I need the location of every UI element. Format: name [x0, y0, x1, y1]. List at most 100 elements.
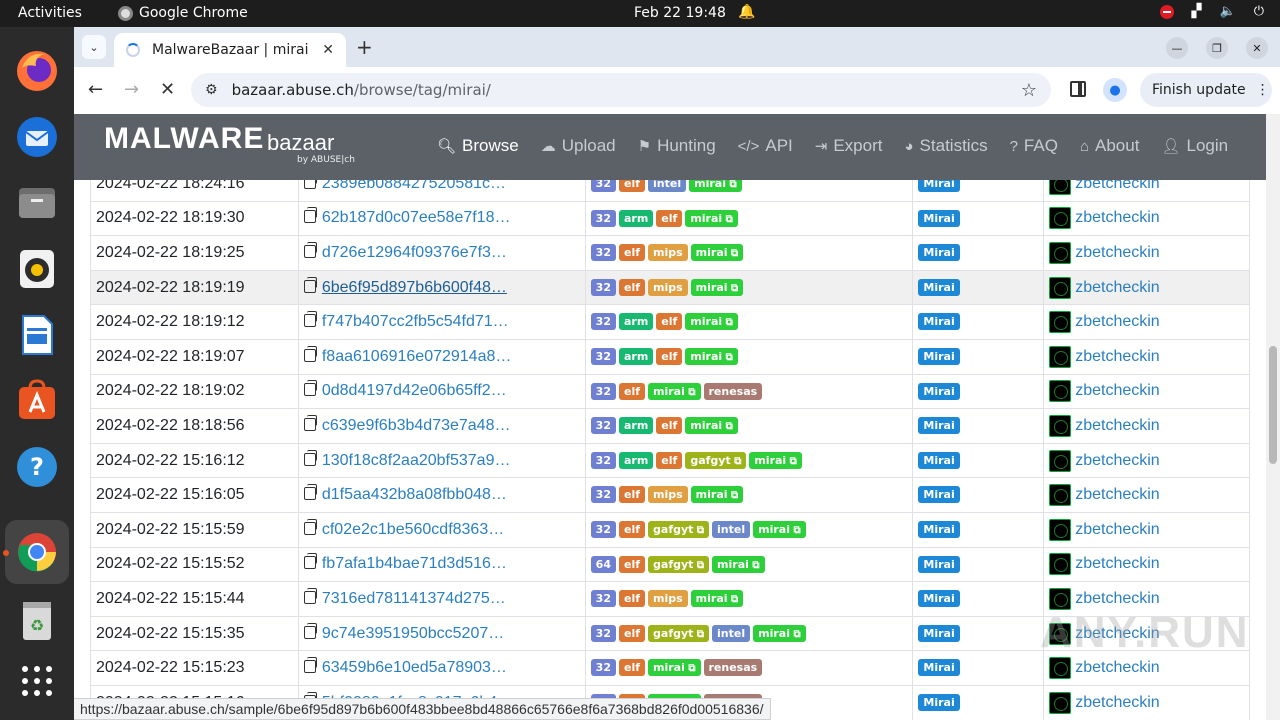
- tag-badge[interactable]: gafgyt ⧉: [648, 624, 710, 642]
- tag-badge[interactable]: elf: [618, 521, 646, 538]
- side-panel-icon[interactable]: [1070, 81, 1086, 97]
- tag-badge[interactable]: elf: [618, 486, 646, 504]
- app-menu[interactable]: Google Chrome: [118, 5, 248, 21]
- firefox-icon[interactable]: [13, 47, 61, 95]
- tag-badge[interactable]: gafgyt ⧉: [648, 555, 710, 573]
- signature-badge[interactable]: Mirai: [918, 451, 960, 469]
- tag-badge[interactable]: 64: [590, 555, 616, 573]
- logo-sub[interactable]: bazaar: [267, 130, 334, 156]
- copy-icon[interactable]: [303, 657, 317, 674]
- logo-main[interactable]: MALWARE: [104, 122, 264, 156]
- tag-badge[interactable]: mirai ⧉: [690, 486, 744, 504]
- signature-badge[interactable]: Mirai: [918, 382, 960, 400]
- tag-badge[interactable]: 32: [590, 624, 616, 642]
- bookmark-star-icon[interactable]: ☆: [1021, 80, 1037, 101]
- nav-export[interactable]: ⇥ Export: [815, 136, 883, 156]
- reporter-link[interactable]: zbetcheckin: [1075, 210, 1160, 227]
- tag-badge[interactable]: mips: [648, 244, 688, 262]
- reporter-link[interactable]: zbetcheckin: [1075, 383, 1160, 400]
- tag-badge[interactable]: mirai ⧉: [685, 417, 738, 435]
- tag-badge[interactable]: mirai ⧉: [712, 555, 765, 573]
- nav-hunting[interactable]: ⚑ Hunting: [638, 136, 716, 156]
- close-tab-icon[interactable]: ✕: [322, 42, 334, 58]
- reporter-link[interactable]: zbetcheckin: [1075, 556, 1160, 573]
- tag-badge[interactable]: 32: [590, 180, 616, 193]
- sha256-link[interactable]: d726e12964f09376e7f3…: [322, 244, 507, 261]
- tag-badge[interactable]: intel: [712, 521, 751, 538]
- tag-badge[interactable]: elf: [618, 590, 646, 608]
- signature-badge[interactable]: Mirai: [918, 659, 960, 677]
- reporter-link[interactable]: zbetcheckin: [1075, 313, 1160, 330]
- tag-badge[interactable]: mirai ⧉: [749, 451, 802, 469]
- copy-icon[interactable]: [303, 518, 317, 535]
- tag-badge[interactable]: elf: [618, 555, 646, 573]
- signature-badge[interactable]: Mirai: [918, 521, 960, 538]
- tag-badge[interactable]: renesas: [703, 659, 763, 677]
- tag-badge[interactable]: elf: [618, 659, 646, 677]
- maximize-button[interactable]: ❐: [1206, 37, 1228, 59]
- tag-badge[interactable]: elf: [656, 417, 683, 435]
- signature-badge[interactable]: Mirai: [918, 244, 960, 262]
- tag-badge[interactable]: 32: [590, 244, 616, 262]
- thunderbird-icon[interactable]: [13, 113, 61, 161]
- show-apps-icon[interactable]: [13, 657, 61, 705]
- tag-badge[interactable]: mirai ⧉: [685, 348, 738, 366]
- sha256-link[interactable]: 9c74e3951950bcc5207…: [322, 625, 504, 642]
- close-window-button[interactable]: ✕: [1246, 37, 1268, 59]
- reporter-link[interactable]: zbetcheckin: [1075, 521, 1160, 538]
- tag-badge[interactable]: mirai ⧉: [685, 313, 738, 331]
- copy-icon[interactable]: [303, 241, 317, 258]
- copy-icon[interactable]: [303, 345, 317, 362]
- tag-badge[interactable]: mirai ⧉: [690, 244, 744, 262]
- tag-badge[interactable]: gafgyt ⧉: [648, 521, 710, 538]
- finish-update-button[interactable]: Finish update ⋮: [1140, 73, 1272, 107]
- app-center-icon[interactable]: [13, 377, 61, 425]
- tag-badge[interactable]: 32: [590, 313, 616, 331]
- sha256-link[interactable]: 0d8d4197d42e06b65ff2…: [322, 382, 507, 399]
- tag-badge[interactable]: elf: [656, 451, 683, 469]
- clock[interactable]: Feb 22 19:48: [634, 5, 726, 21]
- signature-badge[interactable]: Mirai: [918, 555, 960, 573]
- nav-upload[interactable]: ☁ Upload: [541, 136, 616, 156]
- tag-badge[interactable]: mips: [648, 590, 688, 608]
- sha256-link[interactable]: 6be6f95d897b6b600f48…: [322, 279, 507, 296]
- signature-badge[interactable]: Mirai: [918, 348, 960, 366]
- tag-badge[interactable]: mirai ⧉: [753, 521, 806, 538]
- nav-login[interactable]: 👤︎ Login: [1161, 136, 1228, 156]
- tag-badge[interactable]: 32: [590, 590, 616, 608]
- new-tab-button[interactable]: +: [356, 35, 373, 59]
- tag-badge[interactable]: mirai ⧉: [753, 624, 806, 642]
- signature-badge[interactable]: Mirai: [918, 590, 960, 608]
- tag-badge[interactable]: elf: [618, 180, 646, 193]
- tag-badge[interactable]: elf: [656, 209, 683, 227]
- tag-badge[interactable]: 32: [590, 521, 616, 538]
- tag-badge[interactable]: elf: [656, 313, 683, 331]
- profile-avatar[interactable]: ●: [1103, 78, 1127, 102]
- reporter-link[interactable]: zbetcheckin: [1075, 486, 1160, 503]
- copy-icon[interactable]: [303, 276, 317, 293]
- sha256-link[interactable]: f747b407cc2fb5c54fd71…: [322, 313, 509, 330]
- copy-icon[interactable]: [303, 311, 317, 328]
- tag-badge[interactable]: arm: [618, 348, 654, 366]
- tag-badge[interactable]: arm: [618, 417, 654, 435]
- copy-icon[interactable]: [303, 414, 317, 431]
- tag-badge[interactable]: elf: [618, 382, 646, 400]
- copy-icon[interactable]: [303, 449, 317, 466]
- sha256-link[interactable]: 130f18c8f2aa20bf537a9…: [322, 452, 511, 469]
- tag-badge[interactable]: arm: [618, 209, 654, 227]
- tag-badge[interactable]: 32: [590, 486, 616, 504]
- tab-search-button[interactable]: ⌄: [82, 35, 106, 59]
- forward-button[interactable]: →: [124, 79, 139, 100]
- tag-badge[interactable]: mips: [648, 278, 688, 296]
- copy-icon[interactable]: [303, 587, 317, 604]
- reporter-link[interactable]: zbetcheckin: [1075, 694, 1160, 711]
- nav-statistics[interactable]: ◕ Statistics: [904, 136, 987, 156]
- tag-badge[interactable]: mirai ⧉: [689, 180, 742, 193]
- tag-badge[interactable]: 32: [590, 451, 616, 469]
- reporter-link[interactable]: zbetcheckin: [1075, 180, 1160, 192]
- copy-icon[interactable]: [303, 484, 317, 501]
- copy-icon[interactable]: [303, 207, 317, 224]
- sha256-link[interactable]: c639e9f6b3b4d73e7a48…: [322, 417, 511, 434]
- sha256-link[interactable]: fb7afa1b4bae71d3d516…: [322, 555, 507, 572]
- copy-icon[interactable]: [303, 553, 317, 570]
